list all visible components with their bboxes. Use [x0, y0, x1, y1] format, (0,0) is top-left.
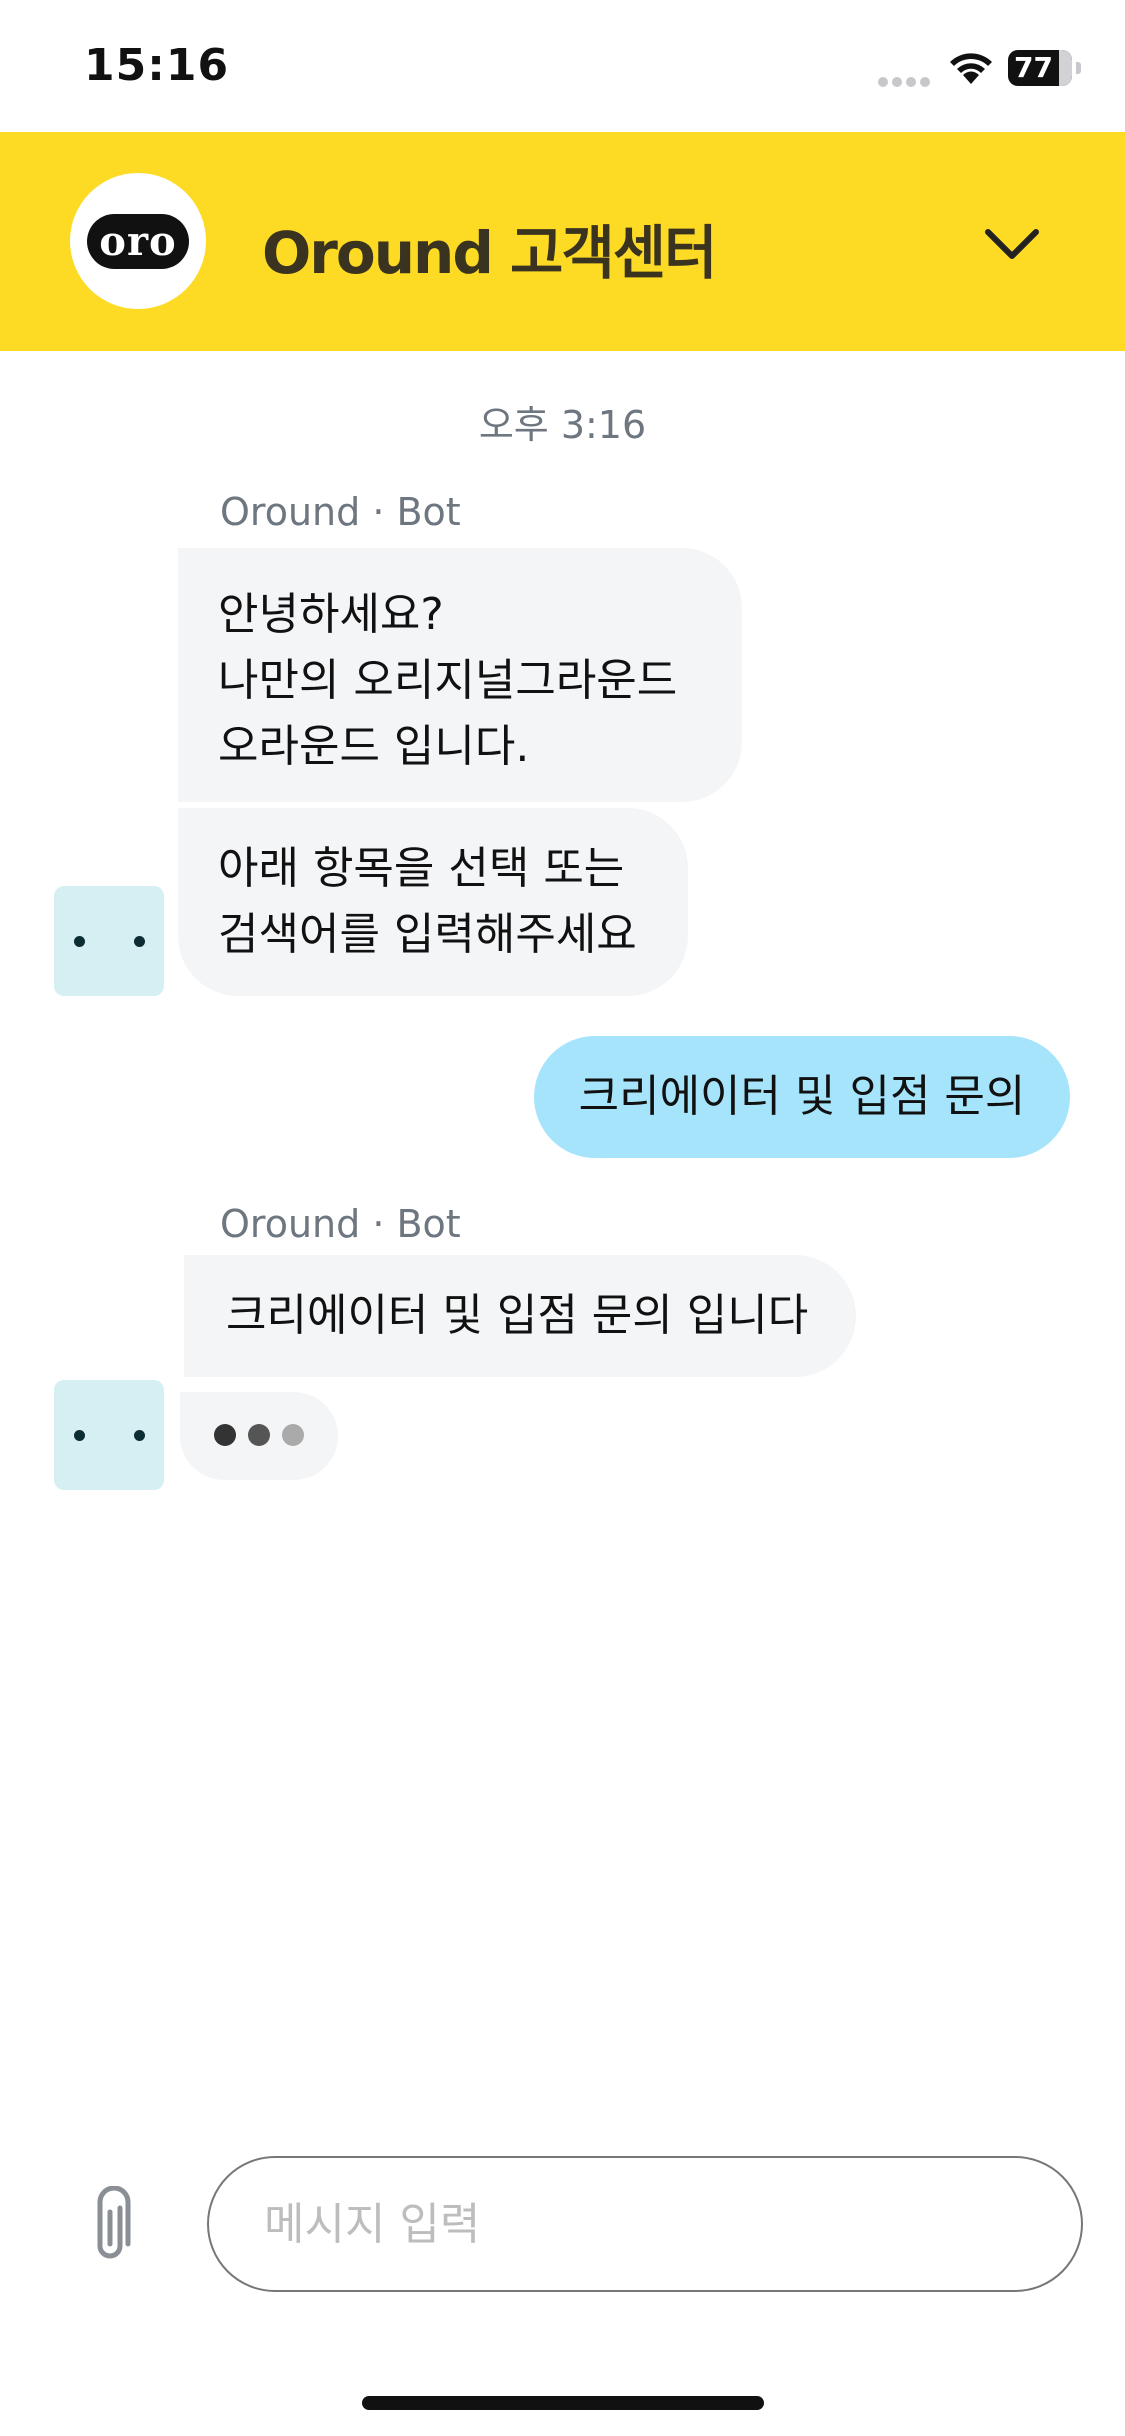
status-bar: 15:16 77 [0, 0, 1125, 132]
home-indicator [362, 2396, 764, 2410]
header-title: Oround 고객센터 [262, 219, 717, 287]
battery-cap [1076, 62, 1081, 74]
sender-label: Oround · Bot [220, 490, 461, 534]
user-message-bubble: 크리에이터 및 입점 문의 [534, 1036, 1070, 1158]
avatar-eye [134, 936, 145, 947]
typing-indicator [180, 1392, 338, 1480]
chevron-down-icon[interactable] [980, 212, 1044, 276]
typing-dot [282, 1424, 304, 1446]
bot-avatar [54, 886, 164, 996]
avatar-eye [74, 1430, 85, 1441]
bot-message-bubble: 아래 항목을 선택 또는 검색어를 입력해주세요 [178, 808, 688, 996]
bot-message-bubble: 안녕하세요? 나만의 오리지널그라운드 오라운드 입니다. [178, 548, 742, 802]
battery-level: 77 [1014, 51, 1053, 84]
sender-label: Oround · Bot [220, 1202, 461, 1246]
message-input[interactable] [207, 2156, 1083, 2292]
battery-icon: 77 [1008, 50, 1072, 86]
typing-dot [248, 1424, 270, 1446]
brand-logo: oro [70, 173, 206, 309]
bot-message-bubble: 크리에이터 및 입점 문의 입니다 [184, 1255, 856, 1377]
bot-avatar [54, 1380, 164, 1490]
cellular-signal-icon [878, 72, 934, 91]
status-time: 15:16 [84, 40, 230, 91]
wifi-icon [950, 53, 992, 84]
avatar-eye [134, 1430, 145, 1441]
typing-dot [214, 1424, 236, 1446]
chat-header: oro Oround 고객센터 [0, 132, 1125, 351]
avatar-eye [74, 936, 85, 947]
chat-timestamp: 오후 3:16 [478, 403, 647, 447]
paperclip-icon[interactable] [84, 2186, 140, 2266]
logo-text: oro [87, 213, 189, 269]
